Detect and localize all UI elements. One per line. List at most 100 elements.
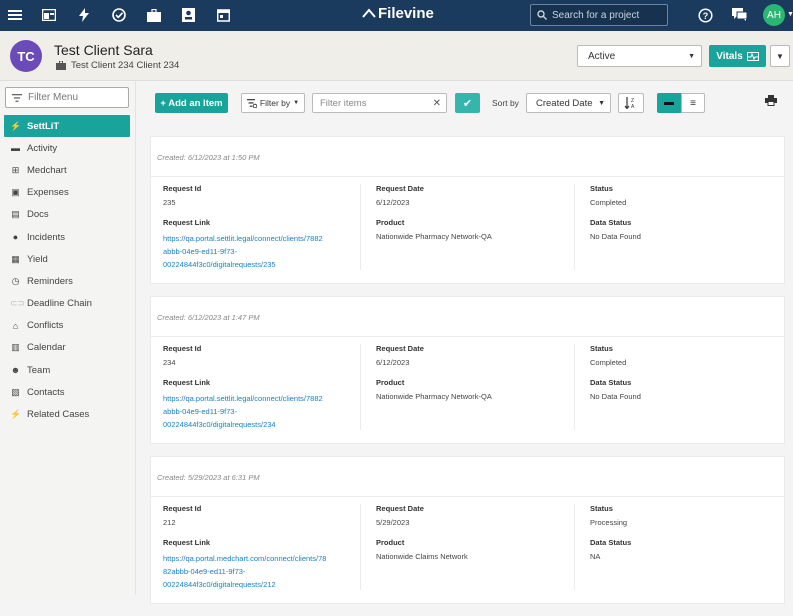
clear-icon[interactable]: ✕ — [433, 98, 441, 109]
print-icon[interactable] — [765, 95, 777, 109]
data-status-value: No Data Found — [590, 232, 641, 241]
sidebar-item-incidents[interactable]: ● Incidents — [4, 226, 130, 248]
search-placeholder: Search for a project — [552, 9, 640, 21]
sidebar-item-label: Deadline Chain — [27, 298, 92, 310]
chat-icon[interactable] — [730, 6, 748, 24]
dashboard-icon[interactable] — [40, 6, 58, 24]
created-timestamp: Created: 5/29/2023 at 6:31 PM — [151, 457, 784, 497]
chat-icon: ▬ — [11, 143, 20, 154]
list-view-toggle[interactable]: ≡ — [681, 93, 705, 113]
link-line: 00224844f3c0/digitalrequests/235 — [163, 260, 276, 269]
request-link-label: Request Link — [163, 378, 211, 387]
logo-mark-icon — [362, 7, 376, 18]
request-id-value: 212 — [163, 518, 176, 527]
sidebar-item-label: Incidents — [27, 231, 66, 243]
vitals-dropdown-button[interactable]: ▼ — [770, 45, 790, 67]
link-line: https://qa.portal.settlit.legal/connect/… — [163, 394, 323, 403]
filter-items-input[interactable]: Filter items ✕ — [312, 93, 447, 113]
bolt-icon: ⚡ — [10, 120, 22, 131]
calendar-icon[interactable] — [214, 6, 232, 24]
project-status-select[interactable]: Active ▼ — [577, 45, 702, 67]
bolt-icon[interactable] — [75, 6, 93, 24]
status-value: Processing — [590, 518, 628, 527]
status-label: Status — [590, 184, 613, 193]
product-value: Nationwide Pharmacy Network-QA — [376, 392, 492, 401]
sidebar-item-settlit[interactable]: ⚡ SettLiT — [4, 115, 130, 138]
vitals-button[interactable]: Vitals — [709, 45, 766, 67]
data-status-label: Data Status — [590, 538, 632, 547]
sidebar-item-label: Yield — [27, 253, 48, 265]
request-link[interactable]: https://qa.portal.settlit.legal/connect/… — [163, 392, 353, 431]
sidebar-item-activity[interactable]: ▬ Activity — [4, 137, 130, 159]
client-subtitle: Test Client 234 Client 234 — [56, 60, 179, 71]
sort-az-icon: ZA — [624, 97, 635, 109]
sidebar-item-yield[interactable]: ▦ Yield — [4, 248, 130, 270]
search-icon — [537, 10, 547, 20]
svg-text:?: ? — [702, 11, 708, 21]
request-date-label: Request Date — [376, 184, 424, 193]
briefcase-icon[interactable] — [145, 6, 163, 24]
chain-icon: ⊂⊃ — [10, 298, 26, 309]
sidebar-item-label: Related Cases — [27, 409, 90, 421]
chevron-down-icon: ▼ — [598, 100, 605, 107]
sort-by-label: Sort by — [492, 98, 519, 108]
sidebar-item-label: Contacts — [27, 386, 65, 398]
contacts-icon: ▧ — [11, 386, 20, 397]
help-icon[interactable]: ? — [696, 6, 714, 24]
link-line: 00224844f3c0/digitalrequests/234 — [163, 420, 276, 429]
filevine-logo[interactable]: Filevine — [362, 5, 434, 22]
check-icon: ✔ — [462, 97, 473, 110]
sidebar-item-reminders[interactable]: ◷ Reminders — [4, 270, 130, 292]
status-value: Completed — [590, 198, 627, 207]
check-circle-icon[interactable] — [110, 6, 128, 24]
money-icon: ▣ — [11, 187, 20, 198]
filter-menu-placeholder: Filter Menu — [28, 92, 79, 103]
chevron-down-icon[interactable]: ▼ — [787, 11, 793, 18]
filter-lines-icon — [12, 93, 22, 102]
sidebar-item-expenses[interactable]: ▣ Expenses — [4, 182, 130, 204]
product-label: Product — [376, 378, 405, 387]
data-status-value: NA — [590, 552, 601, 561]
card-view-toggle[interactable] — [657, 93, 681, 113]
filter-by-button[interactable]: Filter by ▼ — [241, 93, 305, 113]
user-avatar[interactable]: AH — [763, 4, 785, 26]
sort-direction-button[interactable]: ZA — [618, 93, 644, 113]
sidebar-item-label: Activity — [27, 142, 58, 154]
product-label: Product — [376, 218, 405, 227]
add-item-button[interactable]: + Add an Item — [155, 93, 228, 113]
sidebar-item-docs[interactable]: ▤ Docs — [4, 204, 130, 226]
filter-menu-input[interactable]: Filter Menu — [5, 87, 129, 108]
request-id-label: Request Id — [163, 184, 202, 193]
contact-card-icon[interactable] — [179, 6, 197, 24]
sidebar-item-label: Docs — [27, 209, 49, 221]
filter-by-label: Filter by — [259, 98, 291, 108]
team-icon: ☻ — [10, 365, 21, 376]
sort-by-select[interactable]: Created Date ▼ — [526, 93, 611, 113]
item-card[interactable]: Created: 6/12/2023 at 1:47 PM Request Id… — [150, 296, 785, 444]
link-line: 82abbb-04e9-ed11-9f73- — [163, 567, 246, 576]
sidebar-item-label: Calendar — [27, 342, 66, 354]
apply-filter-button[interactable]: ✔ — [455, 93, 480, 113]
medkit-icon: ⊞ — [11, 164, 20, 175]
request-id-label: Request Id — [163, 344, 202, 353]
list-view-icon: ≡ — [690, 97, 696, 109]
item-card[interactable]: Created: 6/12/2023 at 1:50 PM Request Id… — [150, 136, 785, 284]
status-select-value: Active — [588, 50, 616, 62]
data-status-label: Data Status — [590, 378, 632, 387]
sidebar-item-related-cases[interactable]: ⚡ Related Cases — [4, 403, 130, 425]
sidebar-item-medchart[interactable]: ⊞ Medchart — [4, 159, 130, 181]
request-link[interactable]: https://qa.portal.settlit.legal/connect/… — [163, 232, 353, 271]
sidebar-item-calendar[interactable]: ▥ Calendar — [4, 337, 130, 359]
project-search-input[interactable]: Search for a project — [530, 4, 668, 26]
calendar-icon: ▥ — [11, 342, 20, 353]
sidebar-item-label: Reminders — [27, 275, 73, 287]
request-link-label: Request Link — [163, 218, 211, 227]
sidebar-item-deadline-chain[interactable]: ⊂⊃ Deadline Chain — [4, 293, 130, 315]
request-link[interactable]: https://qa.portal.medchart.com/connect/c… — [163, 552, 353, 591]
sidebar-item-contacts[interactable]: ▧ Contacts — [4, 381, 130, 403]
sidebar-item-team[interactable]: ☻ Team — [4, 359, 130, 381]
request-date-value: 6/12/2023 — [376, 198, 410, 207]
hamburger-menu-icon[interactable] — [6, 6, 24, 24]
item-card[interactable]: Created: 5/29/2023 at 6:31 PM Request Id… — [150, 456, 785, 604]
sidebar-item-conflicts[interactable]: ⌂ Conflicts — [4, 315, 130, 337]
